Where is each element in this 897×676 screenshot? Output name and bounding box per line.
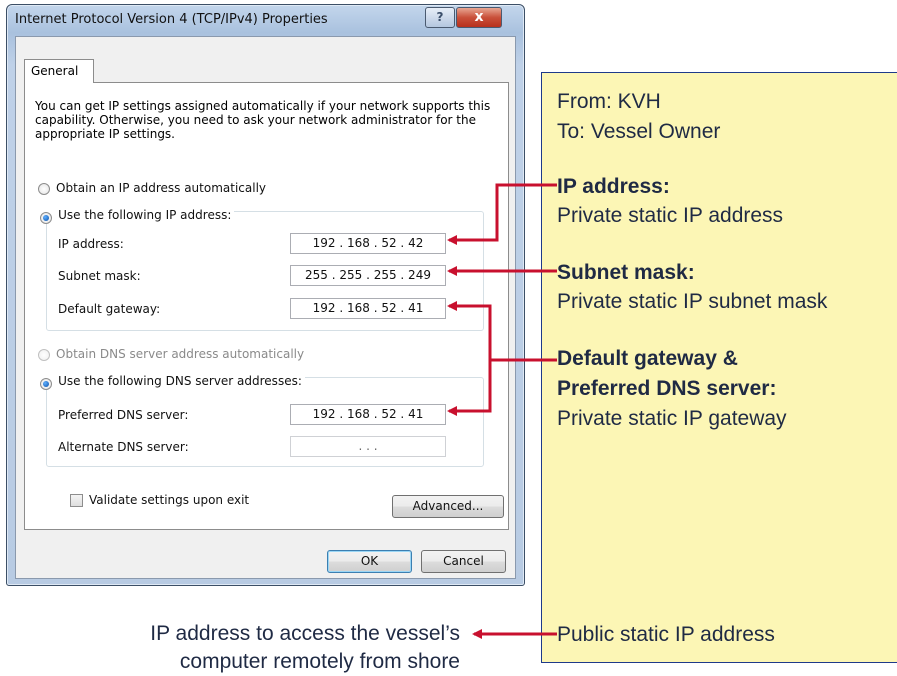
use-following-ip-radio[interactable] xyxy=(40,211,52,224)
note-gateway-title-2: Preferred DNS server: xyxy=(557,377,777,400)
subnet-mask-field[interactable]: 255 . 255 . 255 . 249 xyxy=(290,265,446,286)
obtain-dns-auto-radio[interactable] xyxy=(38,349,50,361)
subnet-mask-label: Subnet mask: xyxy=(58,269,141,283)
default-gateway-field[interactable]: 192 . 168 . 52 . 41 xyxy=(290,298,446,319)
preferred-dns-field[interactable]: 192 . 168 . 52 . 41 xyxy=(290,404,446,425)
note-to: To: Vessel Owner xyxy=(557,120,721,143)
ip-address-label: IP address: xyxy=(58,237,124,251)
intro-text: You can get IP settings assigned automat… xyxy=(35,99,491,141)
ok-button[interactable]: OK xyxy=(327,550,412,573)
bottom-caption-line2: computer remotely from shore xyxy=(179,650,460,673)
alternate-dns-label: Alternate DNS server: xyxy=(58,440,189,454)
obtain-ip-auto-radio[interactable] xyxy=(38,183,50,195)
close-button[interactable]: x xyxy=(456,7,502,28)
bottom-caption-line1: IP address to access the vessel’s xyxy=(150,622,460,645)
note-gateway-title-1: Default gateway & xyxy=(557,347,738,370)
dialog-client-area: General You can get IP settings assigned… xyxy=(15,36,516,579)
bottom-caption: IP address to access the vessel’s comput… xyxy=(60,620,460,676)
obtain-ip-auto-label: Obtain an IP address automatically xyxy=(56,181,267,195)
note-ip-title: IP address: xyxy=(557,175,670,198)
validate-settings-label: Validate settings upon exit xyxy=(89,493,250,507)
window-title: Internet Protocol Version 4 (TCP/IPv4) P… xyxy=(15,12,328,27)
default-gateway-label: Default gateway: xyxy=(58,302,161,316)
use-following-dns-radio[interactable] xyxy=(40,377,52,390)
note-gateway-desc: Private static IP gateway xyxy=(557,407,787,430)
ip-manual-legend: Use the following IP address: xyxy=(36,204,235,224)
note-public-ip: Public static IP address xyxy=(557,623,775,646)
ipv4-properties-dialog: Internet Protocol Version 4 (TCP/IPv4) P… xyxy=(6,4,525,586)
use-following-ip-label: Use the following IP address: xyxy=(58,207,232,222)
note-subnet-title: Subnet mask: xyxy=(557,261,695,284)
note-ip-desc: Private static IP address xyxy=(557,204,784,227)
help-button[interactable]: ? xyxy=(425,7,455,28)
cancel-button[interactable]: Cancel xyxy=(421,550,506,573)
note-subnet-desc: Private static IP subnet mask xyxy=(557,290,828,313)
ip-address-field[interactable]: 192 . 168 . 52 . 42 xyxy=(290,233,446,254)
preferred-dns-label: Preferred DNS server: xyxy=(58,408,189,422)
validate-settings-checkbox[interactable] xyxy=(70,494,83,507)
close-icon: x xyxy=(474,9,484,25)
obtain-dns-auto-label: Obtain DNS server address automatically xyxy=(56,347,305,361)
tab-general[interactable]: General xyxy=(24,59,94,83)
use-following-dns-label: Use the following DNS server addresses: xyxy=(58,373,302,388)
note-from: From: KVH xyxy=(557,90,661,113)
dns-manual-legend: Use the following DNS server addresses: xyxy=(36,370,305,390)
annotation-note: From: KVH To: Vessel Owner IP address: P… xyxy=(541,72,897,663)
alternate-dns-field[interactable]: . . . xyxy=(290,436,446,457)
advanced-button[interactable]: Advanced... xyxy=(392,495,504,518)
